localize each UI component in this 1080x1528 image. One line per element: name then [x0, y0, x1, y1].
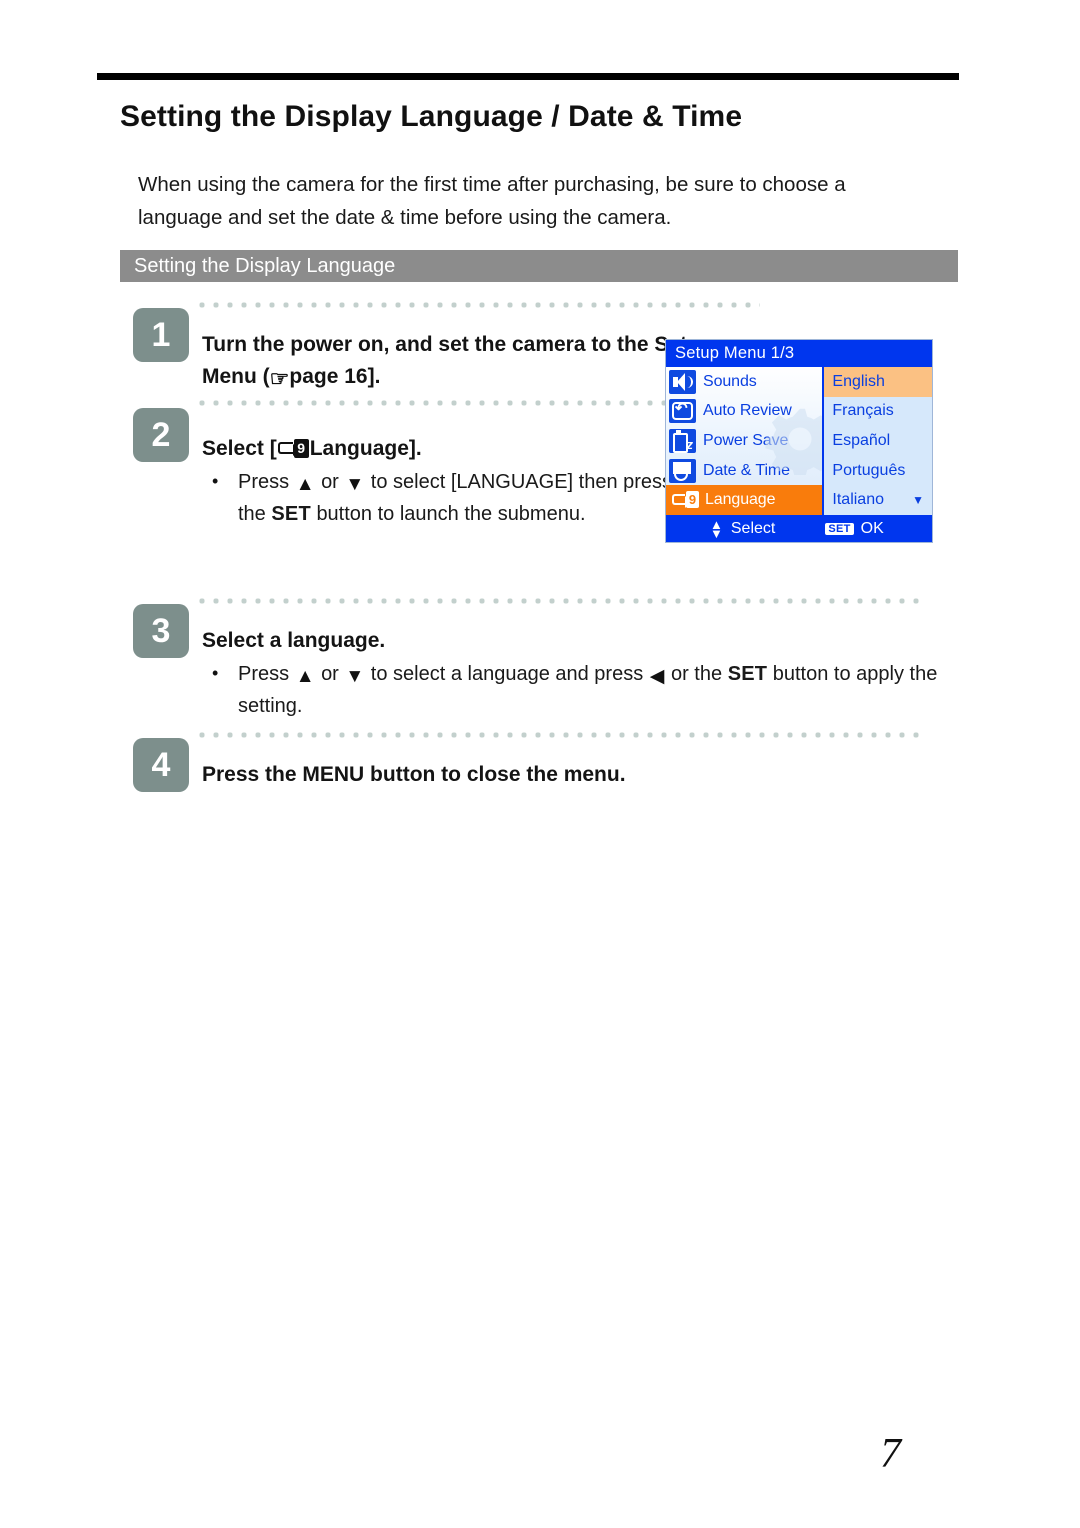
speaker-icon: [669, 369, 696, 394]
step-2-set-label: SET: [271, 503, 311, 525]
lcd-menu-list: Sounds Auto Review Power Save Date & Tim…: [666, 367, 835, 515]
step-3-bullet-1: Press or to select a language and press …: [202, 657, 992, 722]
step-1-dotted-rule: [195, 302, 760, 308]
battery-sleep-icon: [669, 428, 696, 453]
lcd-language-list: English Français Español Português Itali…: [822, 367, 932, 515]
lcd-footer-select-label: Select: [730, 519, 776, 537]
calendar-clock-icon: [669, 458, 696, 483]
page-number: 7: [880, 1431, 901, 1477]
up-arrow-icon: [295, 667, 316, 686]
step-3-bullet-b: to select a language and press: [370, 663, 644, 685]
lcd-language-label: Italiano: [832, 491, 884, 509]
step-1-badge: 1: [133, 308, 189, 362]
step-2-badge: 2: [133, 408, 189, 462]
lcd-menu-label: Power Save: [703, 431, 789, 449]
step-3-set-label: SET: [727, 663, 768, 685]
lcd-body: Sounds Auto Review Power Save Date & Tim…: [666, 367, 932, 515]
lcd-language-label: Español: [832, 431, 891, 449]
step-4-text: Press the MENU button to close the menu.: [202, 763, 626, 786]
set-button-badge[interactable]: SET: [825, 522, 854, 535]
lcd-menu-row-auto-review[interactable]: Auto Review: [666, 397, 822, 427]
step-2-bullet-a: Press: [238, 471, 290, 493]
step-2-bullet-b: to select [LANGUAGE] then press: [370, 471, 673, 493]
lcd-footer-ok-label: OK: [860, 519, 884, 537]
lcd-language-label: Français: [832, 402, 894, 420]
lcd-language-option-espanol[interactable]: Español: [824, 426, 932, 456]
camera-lcd-screenshot: Setup Menu 1/3 Sounds Auto Review P: [665, 339, 933, 543]
lcd-language-option-portugues[interactable]: Português: [824, 456, 932, 486]
lcd-menu-label: Language: [705, 491, 776, 509]
step-3-bullet-c: or the: [670, 663, 723, 685]
step-4-badge: 4: [133, 738, 189, 792]
auto-review-icon: [669, 399, 696, 424]
down-arrow-icon: [344, 475, 365, 494]
header-rule: [97, 73, 959, 80]
step-3-text: Select a language. Press or to select a …: [202, 625, 992, 722]
step-3-bullet-or: or: [321, 663, 339, 685]
lcd-footer-bar: ▲ ▼ Select SET OK: [666, 515, 932, 542]
step-4-dotted-rule: [195, 732, 925, 738]
lcd-language-option-italiano[interactable]: Italiano ▼: [824, 485, 932, 515]
lcd-menu-label: Sounds: [703, 372, 757, 390]
lcd-menu-label: Date & Time: [703, 461, 790, 479]
lcd-menu-label: Auto Review: [703, 402, 792, 420]
section-header-label: Setting the Display Language: [134, 254, 396, 277]
step-2-title-part-b: Language].: [309, 437, 422, 460]
lcd-menu-row-power-save[interactable]: Power Save: [666, 426, 822, 456]
lcd-menu-row-date-time[interactable]: Date & Time: [666, 456, 822, 486]
step-3-title: Select a language.: [202, 629, 386, 652]
step-3-bullets: Press or to select a language and press …: [202, 657, 992, 722]
step-3-badge: 3: [133, 604, 189, 658]
lcd-language-option-francais[interactable]: Français: [824, 397, 932, 427]
up-arrow-icon: [295, 475, 316, 494]
pointing-hand-icon: [270, 368, 290, 390]
intro-paragraph: When using the camera for the first time…: [138, 173, 846, 229]
step-3-dotted-rule: [195, 598, 925, 604]
language-tag-icon: 9: [277, 439, 309, 458]
lcd-menu-row-language[interactable]: 9 Language: [666, 485, 823, 515]
step-3-bullet-a: Press: [238, 663, 290, 685]
lcd-menu-row-sounds[interactable]: Sounds: [666, 367, 822, 397]
language-tag-shape: [672, 494, 691, 508]
page-title: Setting the Display Language / Date & Ti…: [120, 100, 743, 133]
language-tag-letter: 9: [293, 439, 309, 458]
lcd-title-bar: Setup Menu 1/3: [666, 340, 932, 367]
down-arrow-icon: [344, 667, 365, 686]
manual-page: Setting the Display Language / Date & Ti…: [0, 0, 1080, 1528]
lcd-language-label: English: [832, 372, 885, 390]
left-arrow-icon: [649, 667, 666, 686]
step-1-text-part-b: page 16].: [289, 365, 381, 388]
step-1-text: Turn the power on, and set the camera to…: [202, 329, 722, 393]
step-2-bullet-or: or: [321, 471, 339, 493]
lcd-language-label: Português: [832, 461, 906, 479]
section-header-bar: Setting the Display Language: [120, 250, 958, 282]
language-tag-shape: [277, 442, 300, 456]
lcd-language-option-english[interactable]: English: [824, 367, 932, 397]
step-2-title-part-a: Select [: [202, 437, 277, 460]
language-tag-letter: 9: [686, 491, 699, 509]
step-2-bullet-d: button to launch the submenu.: [316, 503, 586, 525]
up-down-arrows-icon: ▲ ▼: [710, 516, 723, 541]
language-tag-icon: 9: [672, 491, 699, 509]
chevron-down-icon[interactable]: ▼: [912, 493, 924, 507]
